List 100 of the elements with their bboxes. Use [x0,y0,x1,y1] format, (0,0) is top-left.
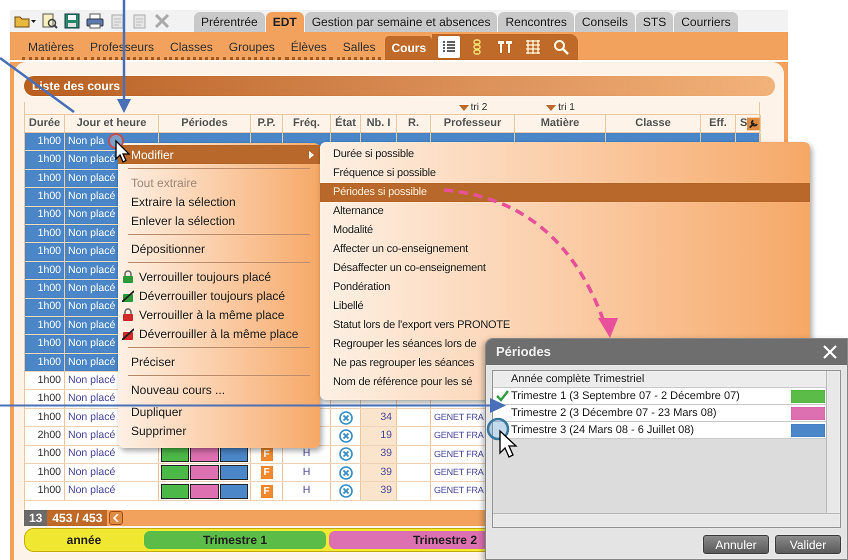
table-cell-text: 39 [380,464,392,480]
column-header[interactable]: Jour et heure [76,115,146,132]
list-row[interactable]: Trimestre 2 (3 Décembre 07 - 23 Mars 08) [493,405,826,422]
table-cell-text: 34 [380,410,392,425]
wrench-icon[interactable] [747,116,760,130]
table-cell-text: 1h00 [38,262,61,278]
dialog-title: Périodes [496,343,551,362]
pp-badge: F [260,466,272,480]
menu-item[interactable]: Pondération [320,278,810,297]
tab[interactable]: Courriers [674,12,738,32]
tab[interactable]: STS [636,12,674,32]
table-cell-text: Non placé [68,410,116,425]
document-search-icon[interactable] [42,13,58,29]
menu-item[interactable]: Déverrouiller à la même place [118,324,320,343]
table-cell-text: Non placé [68,188,116,204]
table-cell-text: Non placé [68,207,116,222]
column-header[interactable]: Matière [540,115,580,132]
table-cell-text: 1h00 [38,134,61,149]
close-icon[interactable] [823,345,837,359]
table-cell-text: Non placé [68,244,116,260]
menu-item[interactable]: Verrouiller à la même place [118,305,320,324]
pp-badge: F [260,484,272,498]
table-cell-text: 1h00 [38,391,61,406]
grid-icon [525,39,542,55]
vertical-scrollbar[interactable] [826,371,840,513]
view-button[interactable] [438,36,460,58]
pp-badge: F [260,448,272,461]
table-cell-text: 1h00 [38,170,61,186]
column-header[interactable]: Eff. [709,115,727,132]
table-cell-text: 1h00 [38,244,61,260]
table-cell-text: Non placé [68,280,116,296]
column-header[interactable]: Fréq. [293,115,320,132]
column-header[interactable]: Durée [28,115,60,132]
save-icon[interactable] [64,13,80,29]
tab[interactable]: Cours [385,36,432,60]
menu-item[interactable]: Libellé [320,297,810,316]
tab[interactable]: Rencontres [498,12,574,32]
tab[interactable]: Prérentrée [194,12,265,32]
menu-item[interactable]: Supprimer [118,421,320,440]
table-cell-text: 39 [380,446,392,462]
menu-item[interactable]: Extraire la sélection [118,192,320,211]
column-header[interactable]: R. [408,115,419,132]
table-cell-text: Non placé [68,464,116,480]
table-cell-text: 39 [380,483,392,498]
menu-item[interactable]: Modifier [118,145,320,164]
menu-item[interactable]: Déverrouiller toujours placé [118,286,320,305]
horizontal-scrollbar[interactable] [493,513,840,527]
table-cell-text: 1h00 [38,280,61,296]
table-cell-text: 1h00 [38,372,61,388]
table-cell-text: Non placé [68,336,116,352]
menu-item[interactable]: Statut lors de l'export vers PRONOTE [320,316,810,335]
table-cell-text: 1h00 [38,188,61,204]
list-row[interactable]: Trimestre 1 (3 Septembre 07 - 2 Décembre 07) [493,388,826,405]
selection-count: 13 [24,510,48,526]
menu-item[interactable]: Fréquence si possible [320,164,810,183]
table-cell-text: 1h00 [38,152,61,168]
menu-item[interactable]: Préciser [118,352,320,371]
table-cell-text: GENET FRA [434,466,484,479]
menu-item[interactable]: Enlever la sélection [118,211,320,230]
tab[interactable]: EDT [266,12,304,32]
menu-item[interactable]: Alternance [320,202,810,221]
menu-item[interactable]: Durée si possible [320,145,810,164]
table-cell-text: 2h00 [38,428,61,444]
column-header[interactable]: S [740,115,748,132]
table-cell-text: Non placé [68,299,116,314]
menu-item[interactable]: Périodes si possible [320,183,810,202]
column-header[interactable]: Classe [635,115,671,132]
menu-item[interactable]: Désaffecter un co-enseignement [320,259,810,278]
column-header[interactable]: Nb. I [366,115,390,132]
tab[interactable]: Conseils [574,12,635,32]
table-cell-text: 1h00 [38,318,61,333]
column-header[interactable]: Périodes [181,115,228,132]
tab[interactable]: Gestion par semaine et absences [304,12,498,32]
chain-icon [472,39,482,55]
column-header[interactable]: Professeur [444,115,502,132]
sort-indicator: tri 1 [546,103,575,113]
chevron-left-icon [113,514,120,522]
menu-item[interactable]: Modalité [320,221,810,240]
menu-item[interactable]: Dépositionner [118,239,320,258]
menu-item[interactable]: Nouveau cours ... [118,380,320,402]
table-cell-text: 1h00 [38,299,61,314]
collapse-button[interactable] [109,511,124,525]
table-cell-text: Non placé [68,262,116,278]
dialog-button[interactable]: Valider [775,535,841,554]
sort-indicator: tri 2 [458,103,488,113]
document-icon[interactable] [110,13,126,29]
dialog-button[interactable]: Annuler [703,535,769,554]
list-row[interactable]: Trimestre 3 (24 Mars 08 - 6 Juillet 08) [493,422,826,439]
printer-icon[interactable] [86,13,104,29]
column-header[interactable]: P.P. [258,115,276,132]
table-cell-text: Non placé [68,226,116,241]
table-cell-text: 1h00 [38,336,61,352]
column-header[interactable]: État [335,115,356,132]
table-cell-text: Non placé [68,354,116,370]
table-cell-text: 1h00 [38,446,61,462]
period-segment[interactable]: Trimestre 1 [144,531,326,549]
menu-item[interactable]: Affecter un co-enseignement [320,240,810,259]
menu-item[interactable]: Dupliquer [118,402,320,421]
menu-item[interactable]: Verrouiller toujours placé [118,267,320,286]
table-cell-text: GENET FRA [434,484,484,498]
